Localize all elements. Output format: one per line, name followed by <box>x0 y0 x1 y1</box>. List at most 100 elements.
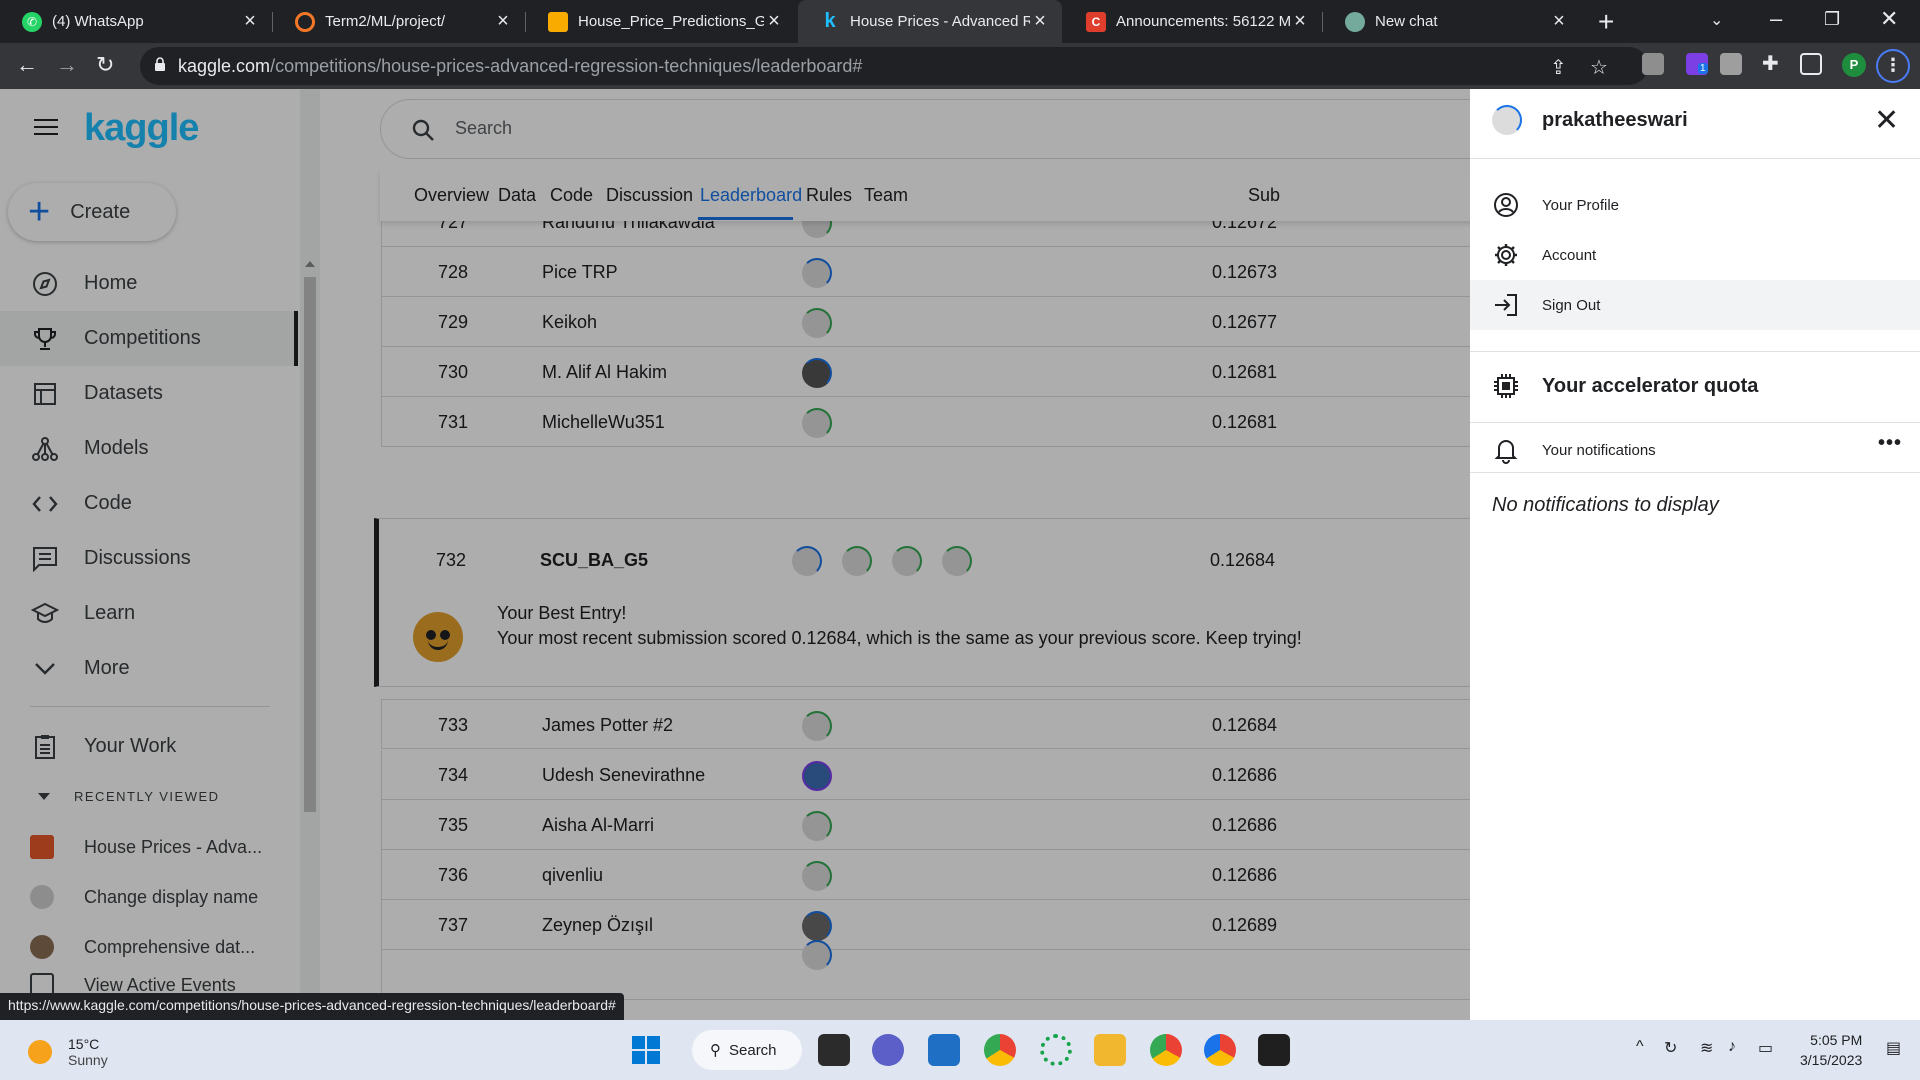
teams-chat-icon[interactable] <box>872 1034 904 1066</box>
close-tab-icon[interactable]: × <box>1549 10 1569 33</box>
menu-item-label: Your Profile <box>1542 196 1619 214</box>
minimize-button[interactable]: – <box>1770 6 1782 32</box>
tab-title: House_Price_Predictions_Gr <box>578 13 764 30</box>
menu-item-sign-out[interactable]: Sign Out <box>1470 280 1920 330</box>
panel-divider <box>1470 472 1920 473</box>
weather-condition: Sunny <box>68 1052 108 1068</box>
file-explorer-icon[interactable] <box>1094 1034 1126 1066</box>
volume-icon[interactable]: ♪ <box>1728 1038 1736 1056</box>
taskbar-search[interactable]: ⚲ Search <box>692 1030 802 1070</box>
extension-icon[interactable] <box>1642 53 1664 75</box>
menu-item-account[interactable]: Account <box>1470 230 1920 280</box>
browser-tab-whatsapp[interactable]: ✆ (4) WhatsApp × <box>0 0 272 43</box>
menu-item-label: Sign Out <box>1542 296 1601 314</box>
sync-icon[interactable]: ↻ <box>1664 1038 1677 1058</box>
browser-tab-chatgpt[interactable]: New chat × <box>1323 0 1581 43</box>
windows-taskbar: 15°C Sunny ⚲ Search ^ ↻ ≋ ♪ ▭ 5:05 PM 3/… <box>0 1020 1920 1080</box>
terminal-icon[interactable] <box>1258 1034 1290 1066</box>
url-path: /competitions/house-prices-advanced-regr… <box>270 56 863 76</box>
quota-title: Your accelerator quota <box>1542 374 1759 397</box>
close-tab-icon[interactable]: × <box>1030 10 1050 33</box>
browser-tab-kaggle[interactable]: k House Prices - Advanced Re × <box>798 0 1062 43</box>
menu-item-your-profile[interactable]: Your Profile <box>1470 180 1920 230</box>
lock-icon <box>155 57 165 71</box>
notifications-header: Your notifications ••• <box>1492 432 1902 464</box>
close-tab-icon[interactable]: × <box>764 10 784 33</box>
browser-toolbar: ← → ↻ kaggle.com/competitions/house-pric… <box>0 43 1920 89</box>
url-text: kaggle.com/competitions/house-prices-adv… <box>178 56 862 77</box>
extension-doc-icon[interactable] <box>1720 53 1742 75</box>
store-icon[interactable] <box>928 1034 960 1066</box>
weather-widget[interactable]: 15°C Sunny <box>28 1036 108 1068</box>
restore-button[interactable]: ❐ <box>1824 9 1840 30</box>
browser-tab-canvas[interactable]: C Announcements: 56122 MS × <box>1064 0 1322 43</box>
close-tab-icon[interactable]: × <box>493 10 513 33</box>
browser-tab-notebook[interactable]: House_Price_Predictions_Gr × <box>526 0 796 43</box>
browser-menu-icon[interactable]: ⋮ <box>1876 49 1910 83</box>
chrome-profile-icon[interactable] <box>1150 1034 1182 1066</box>
extension-r-icon[interactable]: 1 <box>1686 53 1708 75</box>
reload-icon[interactable]: ↻ <box>96 52 114 78</box>
whatsapp-icon: ✆ <box>22 11 42 32</box>
task-view-icon[interactable] <box>818 1034 850 1066</box>
browser-tab-strip: ✆ (4) WhatsApp × Term2/ML/project/ × Hou… <box>0 0 1920 43</box>
user-avatar <box>1492 105 1522 135</box>
chip-icon <box>1494 374 1518 398</box>
battery-icon[interactable]: ▭ <box>1758 1038 1773 1058</box>
weather-temperature: 15°C <box>68 1036 100 1052</box>
notebook-icon <box>548 11 568 32</box>
tab-title: House Prices - Advanced Re <box>850 13 1030 30</box>
canvas-icon: C <box>1086 11 1106 32</box>
wifi-icon[interactable]: ≋ <box>1700 1038 1713 1058</box>
notifications-title: Your notifications <box>1542 441 1656 459</box>
taskbar-search-label: Search <box>729 1041 777 1059</box>
profile-icon <box>1492 191 1520 219</box>
new-tab-button[interactable]: + <box>1598 6 1614 38</box>
sign-out-icon <box>1492 291 1520 319</box>
screen: ✆ (4) WhatsApp × Term2/ML/project/ × Hou… <box>0 0 1920 1080</box>
tab-title: Announcements: 56122 MS <box>1116 13 1290 30</box>
close-icon[interactable]: ✕ <box>1874 103 1899 138</box>
clock-date: 3/15/2023 <box>1800 1052 1863 1068</box>
panel-user-header[interactable]: prakatheeswari <box>1492 105 1688 135</box>
share-icon[interactable]: ⇪ <box>1550 55 1567 80</box>
loader-app-icon[interactable] <box>1040 1034 1072 1066</box>
url-host: kaggle.com <box>178 56 271 76</box>
show-hidden-icons-icon[interactable]: ^ <box>1636 1038 1644 1056</box>
forward-icon[interactable]: → <box>56 52 78 78</box>
bell-icon <box>1494 440 1518 464</box>
puzzle-icon[interactable]: ✚ <box>1762 51 1779 76</box>
address-bar[interactable]: kaggle.com/competitions/house-prices-adv… <box>140 47 1648 85</box>
close-tab-icon[interactable]: × <box>240 10 260 33</box>
taskbar-clock[interactable]: 5:05 PM 3/15/2023 <box>1800 1030 1862 1070</box>
chrome-canary-icon[interactable] <box>1204 1034 1236 1066</box>
accelerator-quota[interactable]: Your accelerator quota <box>1492 372 1758 400</box>
modal-backdrop[interactable] <box>0 89 1470 1020</box>
browser-tab-jupyter[interactable]: Term2/ML/project/ × <box>273 0 525 43</box>
gear-icon <box>1492 241 1520 269</box>
tab-search-icon[interactable]: ⌄ <box>1710 10 1723 30</box>
back-icon[interactable]: ← <box>16 52 38 78</box>
kaggle-page: kaggle + Create Home Competitions Datase… <box>0 89 1920 1020</box>
sun-icon <box>28 1040 52 1064</box>
link-hover-status: https://www.kaggle.com/competitions/hous… <box>0 993 624 1020</box>
menu-item-label: Account <box>1542 246 1597 264</box>
bookmark-star-icon[interactable]: ☆ <box>1590 55 1608 80</box>
account-panel: prakatheeswari ✕ Your Profile Account Si… <box>1470 89 1920 1020</box>
close-tab-icon[interactable]: × <box>1290 10 1310 33</box>
more-options-icon[interactable]: ••• <box>1878 432 1902 455</box>
extension-badge: 1 <box>1698 63 1708 74</box>
panel-divider <box>1470 158 1920 159</box>
chatgpt-icon <box>1345 11 1365 32</box>
chrome-icon[interactable] <box>984 1034 1016 1066</box>
kaggle-icon: k <box>824 10 836 32</box>
windows-start-icon[interactable] <box>630 1034 662 1066</box>
tab-title: (4) WhatsApp <box>52 13 144 30</box>
browser-profile-avatar[interactable]: P <box>1842 53 1866 77</box>
panel-divider <box>1470 422 1920 423</box>
close-window-button[interactable]: ✕ <box>1880 6 1898 32</box>
side-panel-icon[interactable] <box>1800 53 1822 75</box>
notifications-empty-text: No notifications to display <box>1492 494 1719 516</box>
jupyter-icon <box>295 11 315 32</box>
notification-center-icon[interactable]: ▤ <box>1886 1038 1901 1058</box>
